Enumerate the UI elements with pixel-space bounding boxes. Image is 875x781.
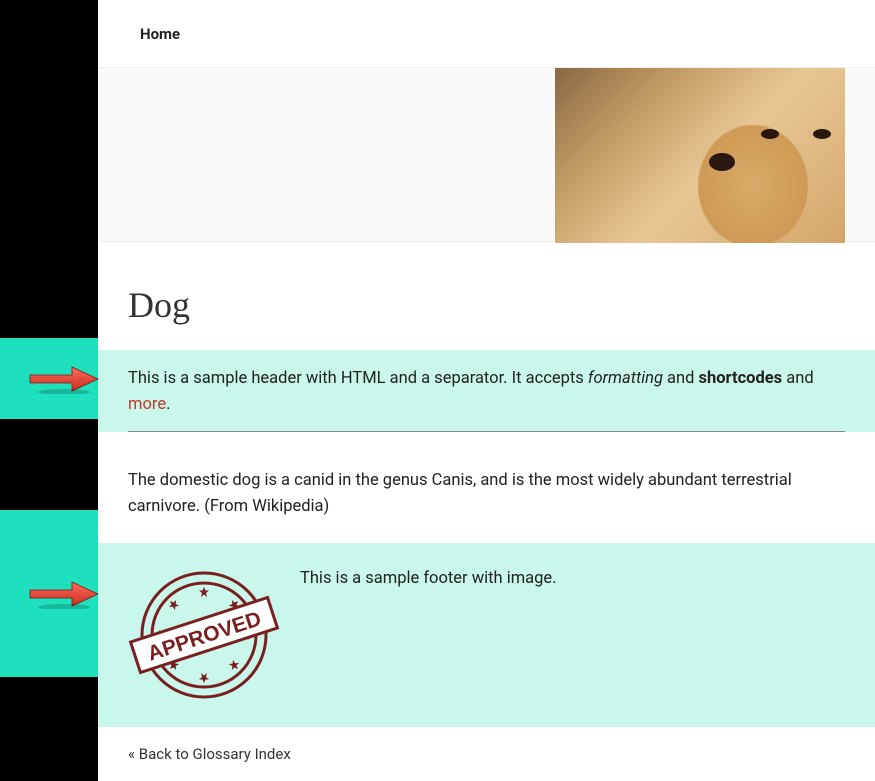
header-text-suffix: .	[166, 395, 170, 414]
page-title: Dog	[98, 242, 875, 350]
header-more-link[interactable]: more	[128, 395, 166, 414]
header-text-prefix: This is a sample header with HTML and a …	[128, 369, 588, 388]
approved-stamp-image: APPROVED	[128, 565, 280, 705]
hero-banner	[98, 67, 875, 242]
back-to-index-link[interactable]: « Back to Glossary Index	[128, 745, 291, 763]
annotation-band-header	[0, 338, 98, 419]
header-text-mid: and	[663, 369, 699, 388]
header-text-italic: formatting	[588, 369, 663, 388]
hero-image-dog	[555, 68, 845, 243]
back-to-index: « Back to Glossary Index	[98, 727, 875, 781]
arrow-right-icon	[28, 579, 100, 609]
page-content: Home Dog This is a sample header with HT…	[98, 0, 875, 781]
glossary-footer-box: APPROVED This is a sample footer with im…	[98, 543, 875, 727]
nav-home-link[interactable]: Home	[140, 25, 180, 43]
header-text-after-bold: and	[782, 369, 814, 388]
arrow-right-icon	[28, 364, 100, 394]
spacer	[98, 432, 875, 446]
annotation-band-footer	[0, 510, 98, 677]
glossary-header-box: This is a sample header with HTML and a …	[98, 350, 875, 432]
primary-nav: Home	[98, 0, 875, 67]
footer-text: This is a sample footer with image.	[300, 565, 557, 588]
article-body: The domestic dog is a canid in the genus…	[98, 446, 875, 543]
header-text-bold: shortcodes	[699, 369, 783, 388]
